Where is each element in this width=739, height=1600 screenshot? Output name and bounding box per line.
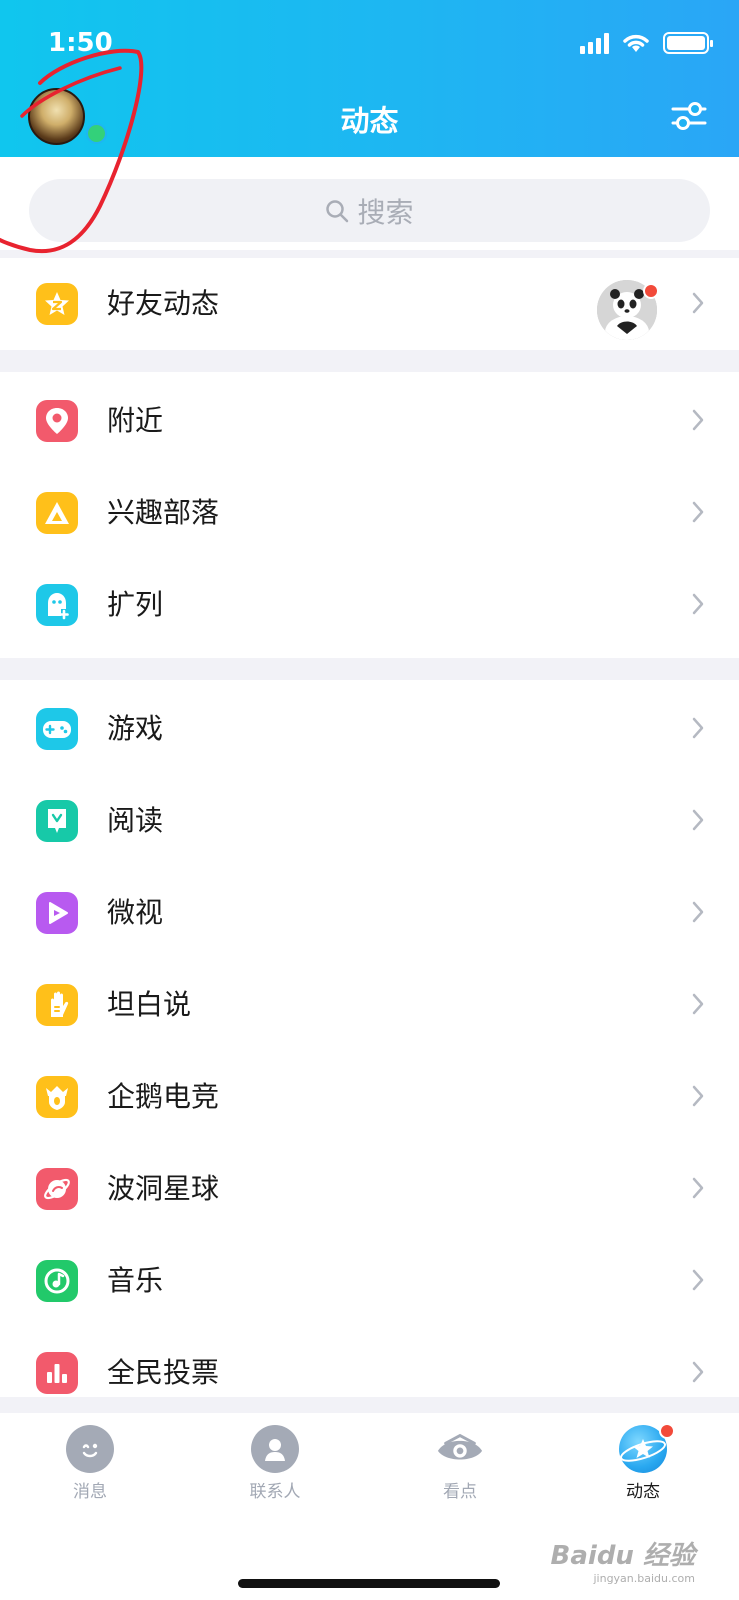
chevron-right-icon bbox=[692, 901, 704, 923]
list-item-label: 扩列 bbox=[107, 588, 164, 621]
chevron-right-icon bbox=[692, 1177, 704, 1199]
tab-label: 看点 bbox=[443, 1482, 477, 1502]
list-item[interactable]: 波洞星球 bbox=[0, 1143, 739, 1235]
tab-dongtai[interactable]: 动态 bbox=[573, 1423, 713, 1502]
list-item-label: 兴趣部落 bbox=[107, 496, 220, 529]
qzone-star-icon bbox=[36, 283, 78, 325]
tab-kandian[interactable]: 看点 bbox=[390, 1425, 530, 1502]
list-item[interactable]: 坦白说 bbox=[0, 959, 739, 1051]
baidu-jingyan-watermark: Baidu 经验 jingyan.baidu.com bbox=[551, 1535, 695, 1585]
list-item[interactable]: 全民投票 bbox=[0, 1327, 739, 1419]
tab-label: 动态 bbox=[626, 1482, 660, 1502]
notification-dot bbox=[643, 283, 659, 299]
list-item[interactable]: 微视 bbox=[0, 867, 739, 959]
tab-messages[interactable]: 消息 bbox=[20, 1425, 160, 1502]
hand-icon bbox=[36, 984, 78, 1026]
search-section: 搜索 bbox=[0, 157, 739, 250]
friend-feed-label: 好友动态 bbox=[107, 287, 220, 320]
list-item[interactable]: 兴趣部落 bbox=[0, 467, 739, 559]
bar-chart-icon bbox=[36, 1352, 78, 1394]
play-icon bbox=[36, 892, 78, 934]
chevron-right-icon bbox=[692, 1269, 704, 1291]
list-item[interactable]: 附近 bbox=[0, 375, 739, 467]
status-icons bbox=[580, 32, 713, 54]
chevron-right-icon bbox=[692, 1361, 704, 1383]
notification-dot bbox=[659, 1423, 675, 1439]
discover-section-1: 附近 兴趣部落 扩列 bbox=[0, 372, 739, 658]
list-item[interactable]: 游戏 bbox=[0, 683, 739, 775]
list-item-label: 微视 bbox=[107, 896, 164, 929]
watermark-main: Baidu 经验 bbox=[550, 1541, 695, 1571]
list-item-label: 附近 bbox=[107, 404, 164, 437]
book-icon bbox=[36, 800, 78, 842]
friend-feed-section: 好友动态 bbox=[0, 258, 739, 350]
chevron-right-icon bbox=[692, 409, 704, 431]
chevron-right-icon bbox=[692, 809, 704, 831]
list-item-label: 游戏 bbox=[107, 712, 164, 745]
ghost-plus-icon bbox=[36, 584, 78, 626]
list-item-label: 全民投票 bbox=[107, 1356, 220, 1389]
friend-feed-row[interactable]: 好友动态 bbox=[0, 258, 739, 350]
search-icon bbox=[326, 199, 349, 222]
wifi-icon bbox=[623, 34, 649, 52]
chevron-right-icon bbox=[692, 717, 704, 739]
tab-label: 联系人 bbox=[249, 1482, 301, 1502]
location-pin-icon bbox=[36, 400, 78, 442]
chevron-right-icon bbox=[692, 501, 704, 523]
status-time: 1:50 bbox=[48, 28, 113, 58]
chevron-right-icon bbox=[692, 593, 704, 615]
chevron-right-icon bbox=[692, 1085, 704, 1107]
tab-label: 消息 bbox=[73, 1482, 107, 1502]
chevron-right-icon bbox=[692, 292, 704, 314]
list-item-label: 音乐 bbox=[107, 1264, 164, 1297]
discover-section-2: 游戏 阅读 微视 坦白说 企鹅电竞 波洞星球 音乐 全民投票 bbox=[0, 680, 739, 1397]
list-item-label: 企鹅电竞 bbox=[107, 1080, 220, 1113]
chevron-right-icon bbox=[692, 993, 704, 1015]
list-item-label: 波洞星球 bbox=[107, 1172, 220, 1205]
search-placeholder: 搜索 bbox=[357, 195, 414, 229]
home-indicator bbox=[238, 1579, 500, 1588]
message-face-icon bbox=[66, 1425, 114, 1473]
planet-icon bbox=[36, 1168, 78, 1210]
tent-icon bbox=[36, 492, 78, 534]
gamepad-icon bbox=[36, 708, 78, 750]
cellular-signal-icon bbox=[580, 32, 609, 54]
contact-person-icon bbox=[251, 1425, 299, 1473]
list-item[interactable]: 音乐 bbox=[0, 1235, 739, 1327]
page-title: 动态 bbox=[340, 104, 399, 138]
filter-settings-icon[interactable] bbox=[671, 100, 707, 132]
list-item-label: 坦白说 bbox=[107, 988, 192, 1021]
search-bar[interactable]: 搜索 bbox=[29, 179, 710, 242]
list-item[interactable]: 扩列 bbox=[0, 559, 739, 651]
list-item[interactable]: 企鹅电竞 bbox=[0, 1051, 739, 1143]
eye-icon bbox=[436, 1425, 484, 1473]
tab-contacts[interactable]: 联系人 bbox=[205, 1425, 345, 1502]
crown-shield-icon bbox=[36, 1076, 78, 1118]
battery-icon bbox=[663, 32, 713, 54]
top-header: 1:50 动态 bbox=[0, 0, 739, 157]
list-item-label: 阅读 bbox=[107, 804, 164, 837]
list-item[interactable]: 阅读 bbox=[0, 775, 739, 867]
music-icon bbox=[36, 1260, 78, 1302]
watermark-sub: jingyan.baidu.com bbox=[593, 1572, 695, 1585]
